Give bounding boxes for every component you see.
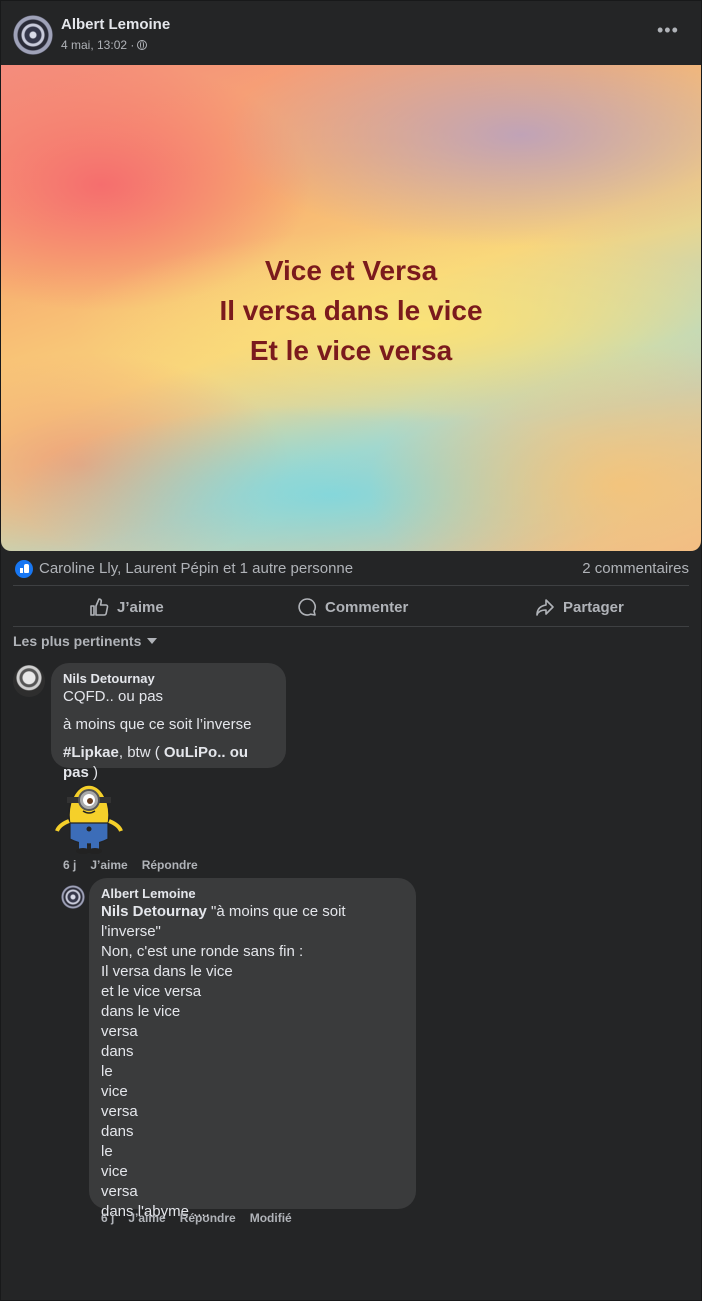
image-text: Vice et Versa Il versa dans le vice Et l… xyxy=(1,251,701,371)
comment-like-button[interactable]: J’aime xyxy=(90,858,127,872)
share-button[interactable]: Partager xyxy=(535,589,624,625)
comment-bubble: Albert Lemoine Nils Detournay "à moins q… xyxy=(89,878,416,1220)
comment-meta: 6 j J’aime Répondre xyxy=(63,858,198,872)
minion-sticker[interactable] xyxy=(53,775,127,855)
comment-reply-button[interactable]: Répondre xyxy=(180,1211,236,1225)
comment-label: Commenter xyxy=(325,598,409,616)
commenter-avatar[interactable] xyxy=(13,665,45,697)
commenter-avatar[interactable] xyxy=(61,885,85,909)
share-label: Partager xyxy=(563,598,624,616)
comment-line: dans xyxy=(101,1043,134,1060)
globe-icon xyxy=(137,40,148,50)
post-meta: 4 mai, 13:02 · xyxy=(61,38,148,52)
hashtag-link[interactable]: #Lipkae xyxy=(63,744,119,761)
comment-text: CQFD.. ou pas à moins que ce soit l’inve… xyxy=(63,687,274,783)
image-text-line: Vice et Versa xyxy=(264,255,438,286)
more-options-button[interactable]: ••• xyxy=(657,21,679,39)
comment-line: vice xyxy=(101,1163,128,1180)
commenter-name[interactable]: Nils Detournay xyxy=(63,671,274,687)
comment-line: à moins que ce soit l’inverse xyxy=(63,716,252,733)
mention-link[interactable]: Nils Detournay xyxy=(101,903,207,920)
post-card: Albert Lemoine 4 mai, 13:02 · ••• Vice e… xyxy=(1,1,701,1300)
comment-line: CQFD.. ou pas xyxy=(63,688,164,705)
post-header: Albert Lemoine 4 mai, 13:02 · ••• xyxy=(13,15,689,55)
comment-meta: 6 j J’aime Répondre Modifié xyxy=(101,1211,292,1225)
sort-comments-dropdown[interactable]: Les plus pertinents xyxy=(13,633,158,649)
comment-line: versa xyxy=(101,1023,138,1040)
divider xyxy=(13,585,689,586)
comment-inline-text: , btw ( xyxy=(118,744,164,761)
comment-reply-button[interactable]: Répondre xyxy=(142,858,198,872)
reactions-bar: Caroline Lly, Laurent Pépin et 1 autre p… xyxy=(13,557,689,583)
comment-age[interactable]: 6 j xyxy=(63,858,76,872)
share-icon xyxy=(536,599,554,616)
comment-line: Nils Detournay "à moins que ce soit l'in… xyxy=(101,902,404,942)
comment-count[interactable]: 2 commentaires xyxy=(582,560,689,577)
comment-line: le xyxy=(101,1143,113,1160)
reactors-list[interactable]: Caroline Lly, Laurent Pépin et 1 autre p… xyxy=(39,560,353,577)
edited-label[interactable]: Modifié xyxy=(250,1211,292,1225)
comment-line: versa xyxy=(101,1103,138,1120)
comment-icon xyxy=(298,598,316,616)
comment-line: Non, c'est une ronde sans fin : xyxy=(101,943,304,960)
commenter-name[interactable]: Albert Lemoine xyxy=(101,886,404,902)
comment-text: Nils Detournay "à moins que ce soit l'in… xyxy=(101,902,404,1222)
like-label: J’aime xyxy=(117,598,164,616)
comment-like-button[interactable]: J’aime xyxy=(128,1211,165,1225)
comment-button[interactable]: Commenter xyxy=(297,589,408,625)
comment-line: Il versa dans le vice xyxy=(101,963,233,980)
like-reaction-icon[interactable] xyxy=(15,560,33,578)
comment-line: le xyxy=(101,1063,113,1080)
like-button[interactable]: J’aime xyxy=(89,589,164,625)
image-text-line: Et le vice versa xyxy=(249,335,453,366)
post-timestamp[interactable]: 4 mai, 13:02 · xyxy=(61,38,134,52)
comment-age[interactable]: 6 j xyxy=(101,1211,114,1225)
post-actions: J’aime Commenter Partager xyxy=(13,589,689,627)
comment-line: versa xyxy=(101,1183,138,1200)
comment-line: vice xyxy=(101,1083,128,1100)
comment-bubble: Nils Detournay CQFD.. ou pas à moins que… xyxy=(51,663,286,781)
post-image[interactable]: Vice et Versa Il versa dans le vice Et l… xyxy=(1,65,701,551)
comment-line: et le vice versa xyxy=(101,983,202,1000)
image-text-line: Il versa dans le vice xyxy=(219,295,483,326)
comment-line: dans xyxy=(101,1123,134,1140)
author-name[interactable]: Albert Lemoine xyxy=(61,16,170,33)
comment-line: dans le vice xyxy=(101,1003,181,1020)
chevron-down-icon xyxy=(147,638,158,644)
sort-label: Les plus pertinents xyxy=(13,633,142,649)
author-avatar[interactable] xyxy=(13,15,53,55)
divider xyxy=(13,626,689,627)
thumbs-up-icon xyxy=(90,598,109,616)
